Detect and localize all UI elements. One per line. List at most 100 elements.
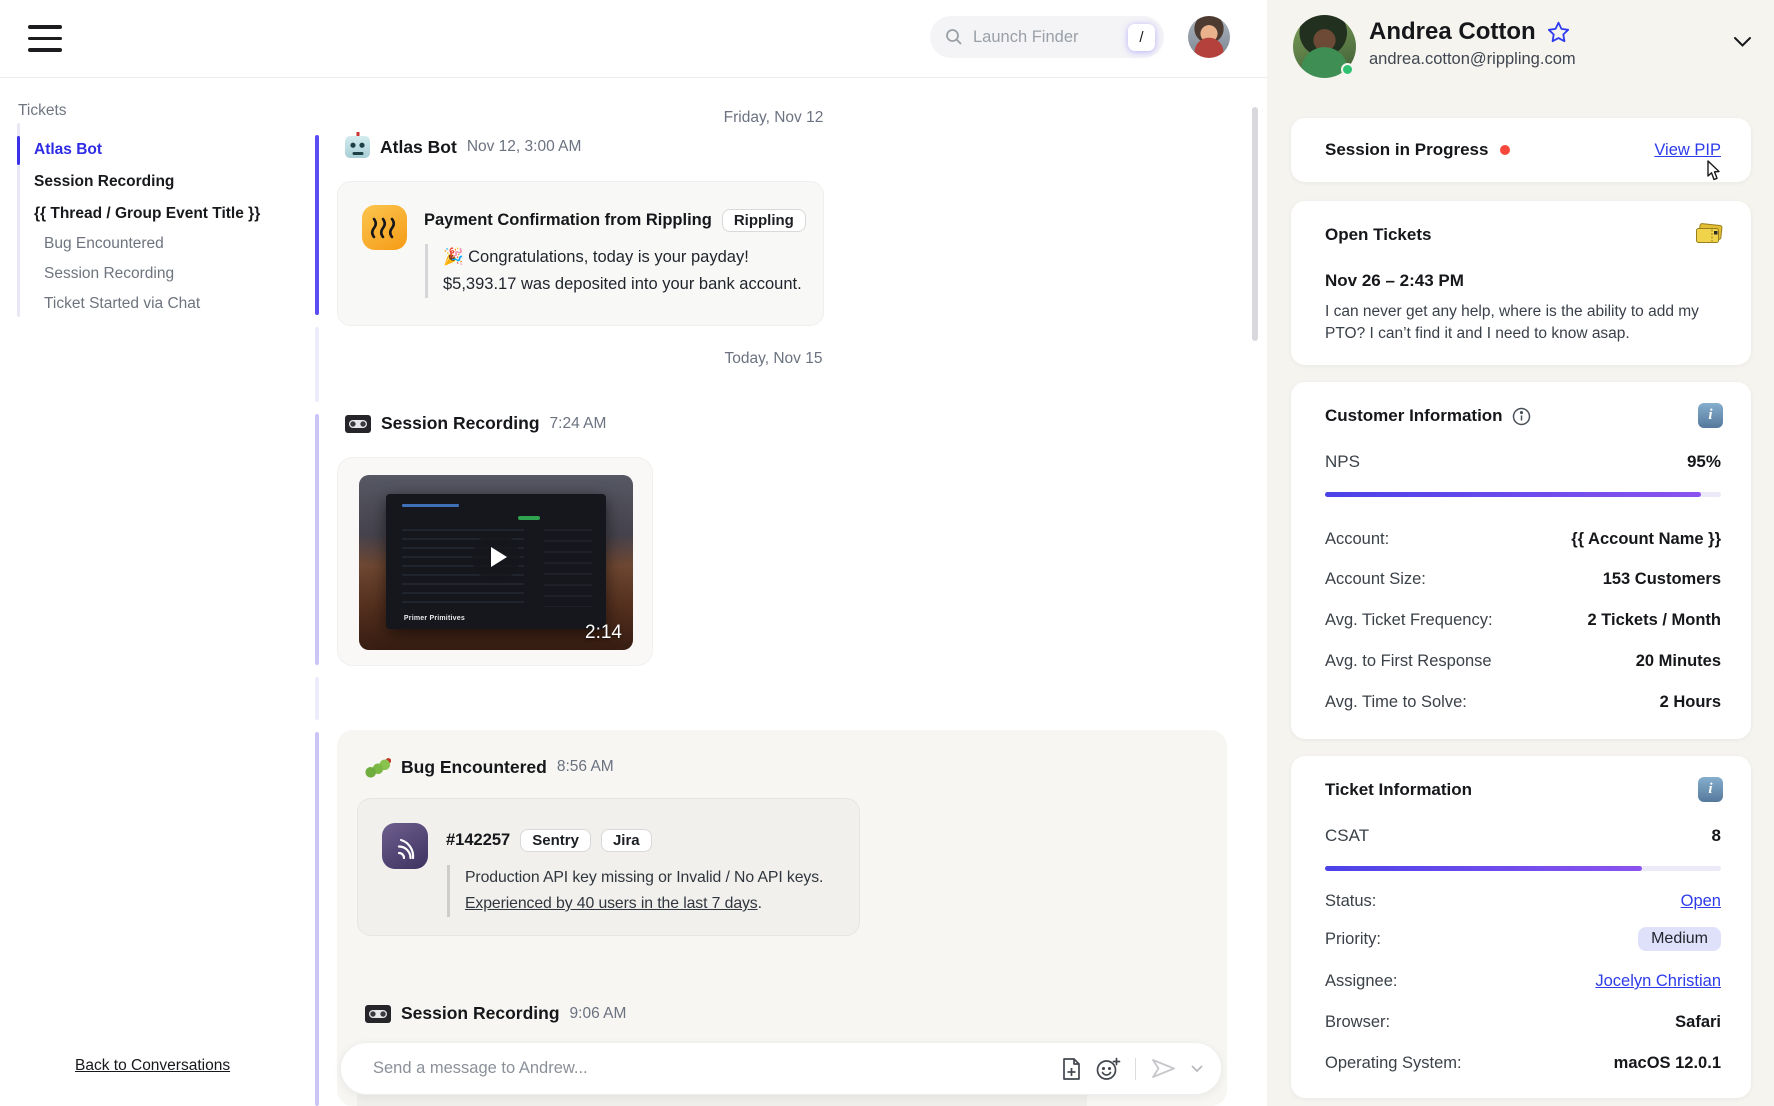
date-divider: Today, Nov 15 xyxy=(337,350,1210,368)
info-circle-icon[interactable] xyxy=(1512,407,1531,426)
ticket-information-card: Ticket Information i CSAT 8 Status: Open… xyxy=(1291,756,1751,1098)
app-window: / Tickets Atlas Bot Session Recording {{… xyxy=(0,0,1774,1106)
ticket-frequency-row: Avg. Ticket Frequency:2 Tickets / Month xyxy=(1325,611,1721,630)
bug-ticket-card[interactable]: #142257 Sentry Jira Production API key m… xyxy=(357,798,860,936)
chat-scrollbar[interactable] xyxy=(1252,107,1258,341)
sidebar-item-atlas-bot[interactable]: Atlas Bot xyxy=(34,139,102,161)
message-time: Nov 12, 3:00 AM xyxy=(467,138,582,156)
message-composer[interactable] xyxy=(340,1042,1222,1095)
thread-rail-segment xyxy=(315,677,319,720)
priority-row: Priority: Medium xyxy=(1325,927,1721,951)
ticket-timestamp: Nov 26 – 2:43 PM xyxy=(1325,271,1464,291)
session-card-title: Session in Progress xyxy=(1325,140,1488,160)
send-options-chevron-icon[interactable] xyxy=(1191,1065,1203,1073)
launch-finder-search[interactable]: / xyxy=(930,16,1164,58)
menu-icon[interactable] xyxy=(28,25,62,52)
sidebar-active-indicator xyxy=(17,136,20,165)
slash-shortcut-key: / xyxy=(1128,24,1155,51)
video-caption: Primer Primitives xyxy=(404,615,465,622)
csat-label: CSAT xyxy=(1325,826,1369,846)
collapse-panel-chevron-icon[interactable] xyxy=(1733,36,1752,48)
payment-confirmation-card[interactable]: Payment Confirmation from Rippling Rippl… xyxy=(337,181,824,326)
message-time: 7:24 AM xyxy=(550,415,607,433)
first-response-row: Avg. to First Response20 Minutes xyxy=(1325,652,1721,671)
ticket-message: I can never get any help, where is the a… xyxy=(1325,301,1699,345)
thread-rail-segment xyxy=(315,135,319,315)
info-badge-icon: i xyxy=(1698,403,1723,428)
message-sender: Session Recording xyxy=(401,1003,560,1024)
rippling-badge[interactable]: Rippling xyxy=(722,209,806,232)
video-thumbnail[interactable]: Primer Primitives 2:14 xyxy=(359,475,633,650)
open-tickets-title: Open Tickets xyxy=(1325,225,1431,245)
thread-rail-segment xyxy=(315,327,319,402)
sidebar-item-session-recording[interactable]: Session Recording xyxy=(34,171,174,193)
message-header-session-recording: Session Recording 7:24 AM xyxy=(345,413,606,434)
status-open-link[interactable]: Open xyxy=(1681,892,1721,911)
message-header-bug-encountered: Bug Encountered 8:56 AM xyxy=(365,756,614,778)
message-time: 9:06 AM xyxy=(570,1005,627,1023)
sidebar-item-session-recording-2[interactable]: Session Recording xyxy=(44,263,174,285)
bug-description: Production API key missing or Invalid / … xyxy=(447,865,823,917)
payment-message: 🎉 Congratulations, today is your payday!… xyxy=(425,244,802,298)
add-emoji-icon[interactable] xyxy=(1096,1057,1121,1081)
vhs-tape-icon xyxy=(365,1005,391,1023)
sidebar-item-bug-encountered[interactable]: Bug Encountered xyxy=(44,233,164,255)
customer-name: Andrea Cotton xyxy=(1369,18,1536,46)
status-row: Status: Open xyxy=(1325,892,1721,911)
favorite-star-icon[interactable] xyxy=(1547,21,1570,43)
caterpillar-icon xyxy=(365,756,391,778)
online-status-dot xyxy=(1341,63,1354,76)
sentry-logo xyxy=(382,823,428,869)
nps-label: NPS xyxy=(1325,452,1360,472)
bug-ticket-id: #142257 xyxy=(446,831,510,850)
ticket-info-title: Ticket Information xyxy=(1325,780,1472,800)
jira-badge[interactable]: Jira xyxy=(601,829,652,852)
nps-progress-fill xyxy=(1325,492,1701,497)
csat-value: 8 xyxy=(1712,826,1721,846)
sidebar-item-ticket-started[interactable]: Ticket Started via Chat xyxy=(44,293,200,315)
message-header-session-recording-2: Session Recording 9:06 AM xyxy=(365,1003,626,1024)
sentry-badge[interactable]: Sentry xyxy=(520,829,591,852)
csat-progress-track xyxy=(1325,866,1721,871)
session-recording-card: Primer Primitives 2:14 xyxy=(337,457,653,666)
browser-row: Browser:Safari xyxy=(1325,1013,1721,1032)
search-icon xyxy=(945,28,963,46)
customer-information-card: Customer Information i NPS 95% Account:{… xyxy=(1291,382,1751,739)
attach-file-icon[interactable] xyxy=(1061,1057,1082,1081)
message-sender: Bug Encountered xyxy=(401,757,547,778)
recording-status-dot xyxy=(1500,145,1510,155)
message-header-atlas-bot: Atlas Bot Nov 12, 3:00 AM xyxy=(345,136,581,158)
message-sender: Atlas Bot xyxy=(380,137,457,158)
message-sender: Session Recording xyxy=(381,413,540,434)
vhs-tape-icon xyxy=(345,415,371,433)
play-button[interactable] xyxy=(472,533,520,581)
bug-impact-link[interactable]: Experienced by 40 users in the last 7 da… xyxy=(465,895,758,912)
customer-info-title: Customer Information xyxy=(1325,406,1503,426)
account-row: Account:{{ Account Name }} xyxy=(1325,530,1721,549)
assignee-link[interactable]: Jocelyn Christian xyxy=(1595,972,1721,991)
video-duration: 2:14 xyxy=(585,622,622,644)
back-to-conversations-link[interactable]: Back to Conversations xyxy=(75,1057,230,1075)
priority-badge[interactable]: Medium xyxy=(1638,927,1721,951)
cursor-pointer-icon xyxy=(1702,160,1723,184)
message-input[interactable] xyxy=(373,1059,1061,1078)
thread-rail-segment xyxy=(315,732,319,1106)
os-row: Operating System:macOS 12.0.1 xyxy=(1325,1054,1721,1073)
message-time: 8:56 AM xyxy=(557,758,614,776)
tickets-section-label: Tickets xyxy=(18,102,67,120)
csat-progress-fill xyxy=(1325,866,1642,871)
admission-tickets-icon xyxy=(1695,223,1723,245)
agent-avatar[interactable] xyxy=(1188,16,1230,58)
top-bar: / xyxy=(0,0,1267,78)
search-input[interactable] xyxy=(973,28,1128,47)
account-size-row: Account Size:153 Customers xyxy=(1325,570,1721,589)
info-badge-icon: i xyxy=(1698,777,1723,802)
view-pip-link[interactable]: View PIP xyxy=(1654,141,1721,160)
payment-card-title: Payment Confirmation from Rippling xyxy=(424,211,712,230)
nps-progress-track xyxy=(1325,492,1721,497)
sidebar-item-thread-title[interactable]: {{ Thread / Group Event Title }} xyxy=(34,203,260,225)
send-icon[interactable] xyxy=(1150,1057,1177,1080)
robot-icon xyxy=(345,136,370,158)
date-divider: Friday, Nov 12 xyxy=(337,109,1210,127)
thread-rail-segment xyxy=(315,414,319,665)
